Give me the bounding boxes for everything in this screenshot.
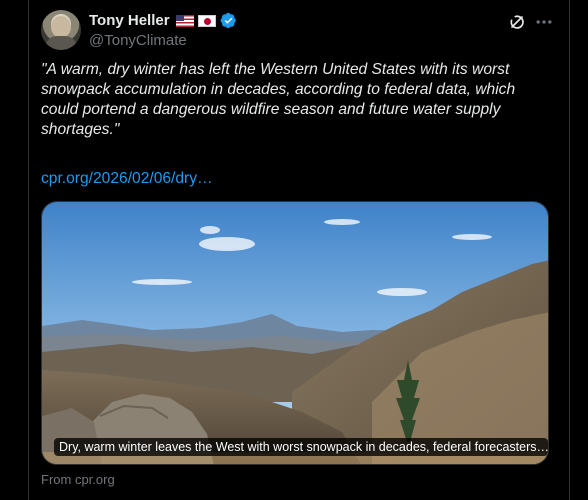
tweet-text: "A warm, dry winter has left the Western… bbox=[41, 61, 516, 138]
verified-badge-icon[interactable] bbox=[220, 12, 237, 29]
avatar[interactable] bbox=[41, 10, 81, 50]
link-card-source[interactable]: From cpr.org bbox=[41, 472, 115, 487]
us-flag-icon bbox=[175, 14, 194, 27]
avatar-body bbox=[45, 36, 77, 50]
tweet-link[interactable]: cpr.org/2026/02/06/dry… bbox=[41, 170, 213, 188]
avatar-face bbox=[51, 16, 71, 38]
author-handle[interactable]: @TonyClimate bbox=[89, 32, 187, 49]
mountain-landscape-image bbox=[42, 202, 548, 464]
more-options-icon[interactable] bbox=[534, 12, 554, 32]
link-card-image[interactable]: Dry, warm winter leaves the West with wo… bbox=[41, 201, 549, 465]
grok-icon[interactable] bbox=[507, 12, 527, 32]
tweet-card[interactable]: Tony Heller @TonyClimate "A warm, dry wi… bbox=[28, 0, 570, 500]
japan-flag-icon bbox=[197, 14, 216, 27]
author-display-name[interactable]: Tony Heller bbox=[89, 12, 170, 29]
link-card-caption[interactable]: Dry, warm winter leaves the West with wo… bbox=[54, 438, 548, 456]
author-name-row: Tony Heller bbox=[89, 12, 237, 29]
